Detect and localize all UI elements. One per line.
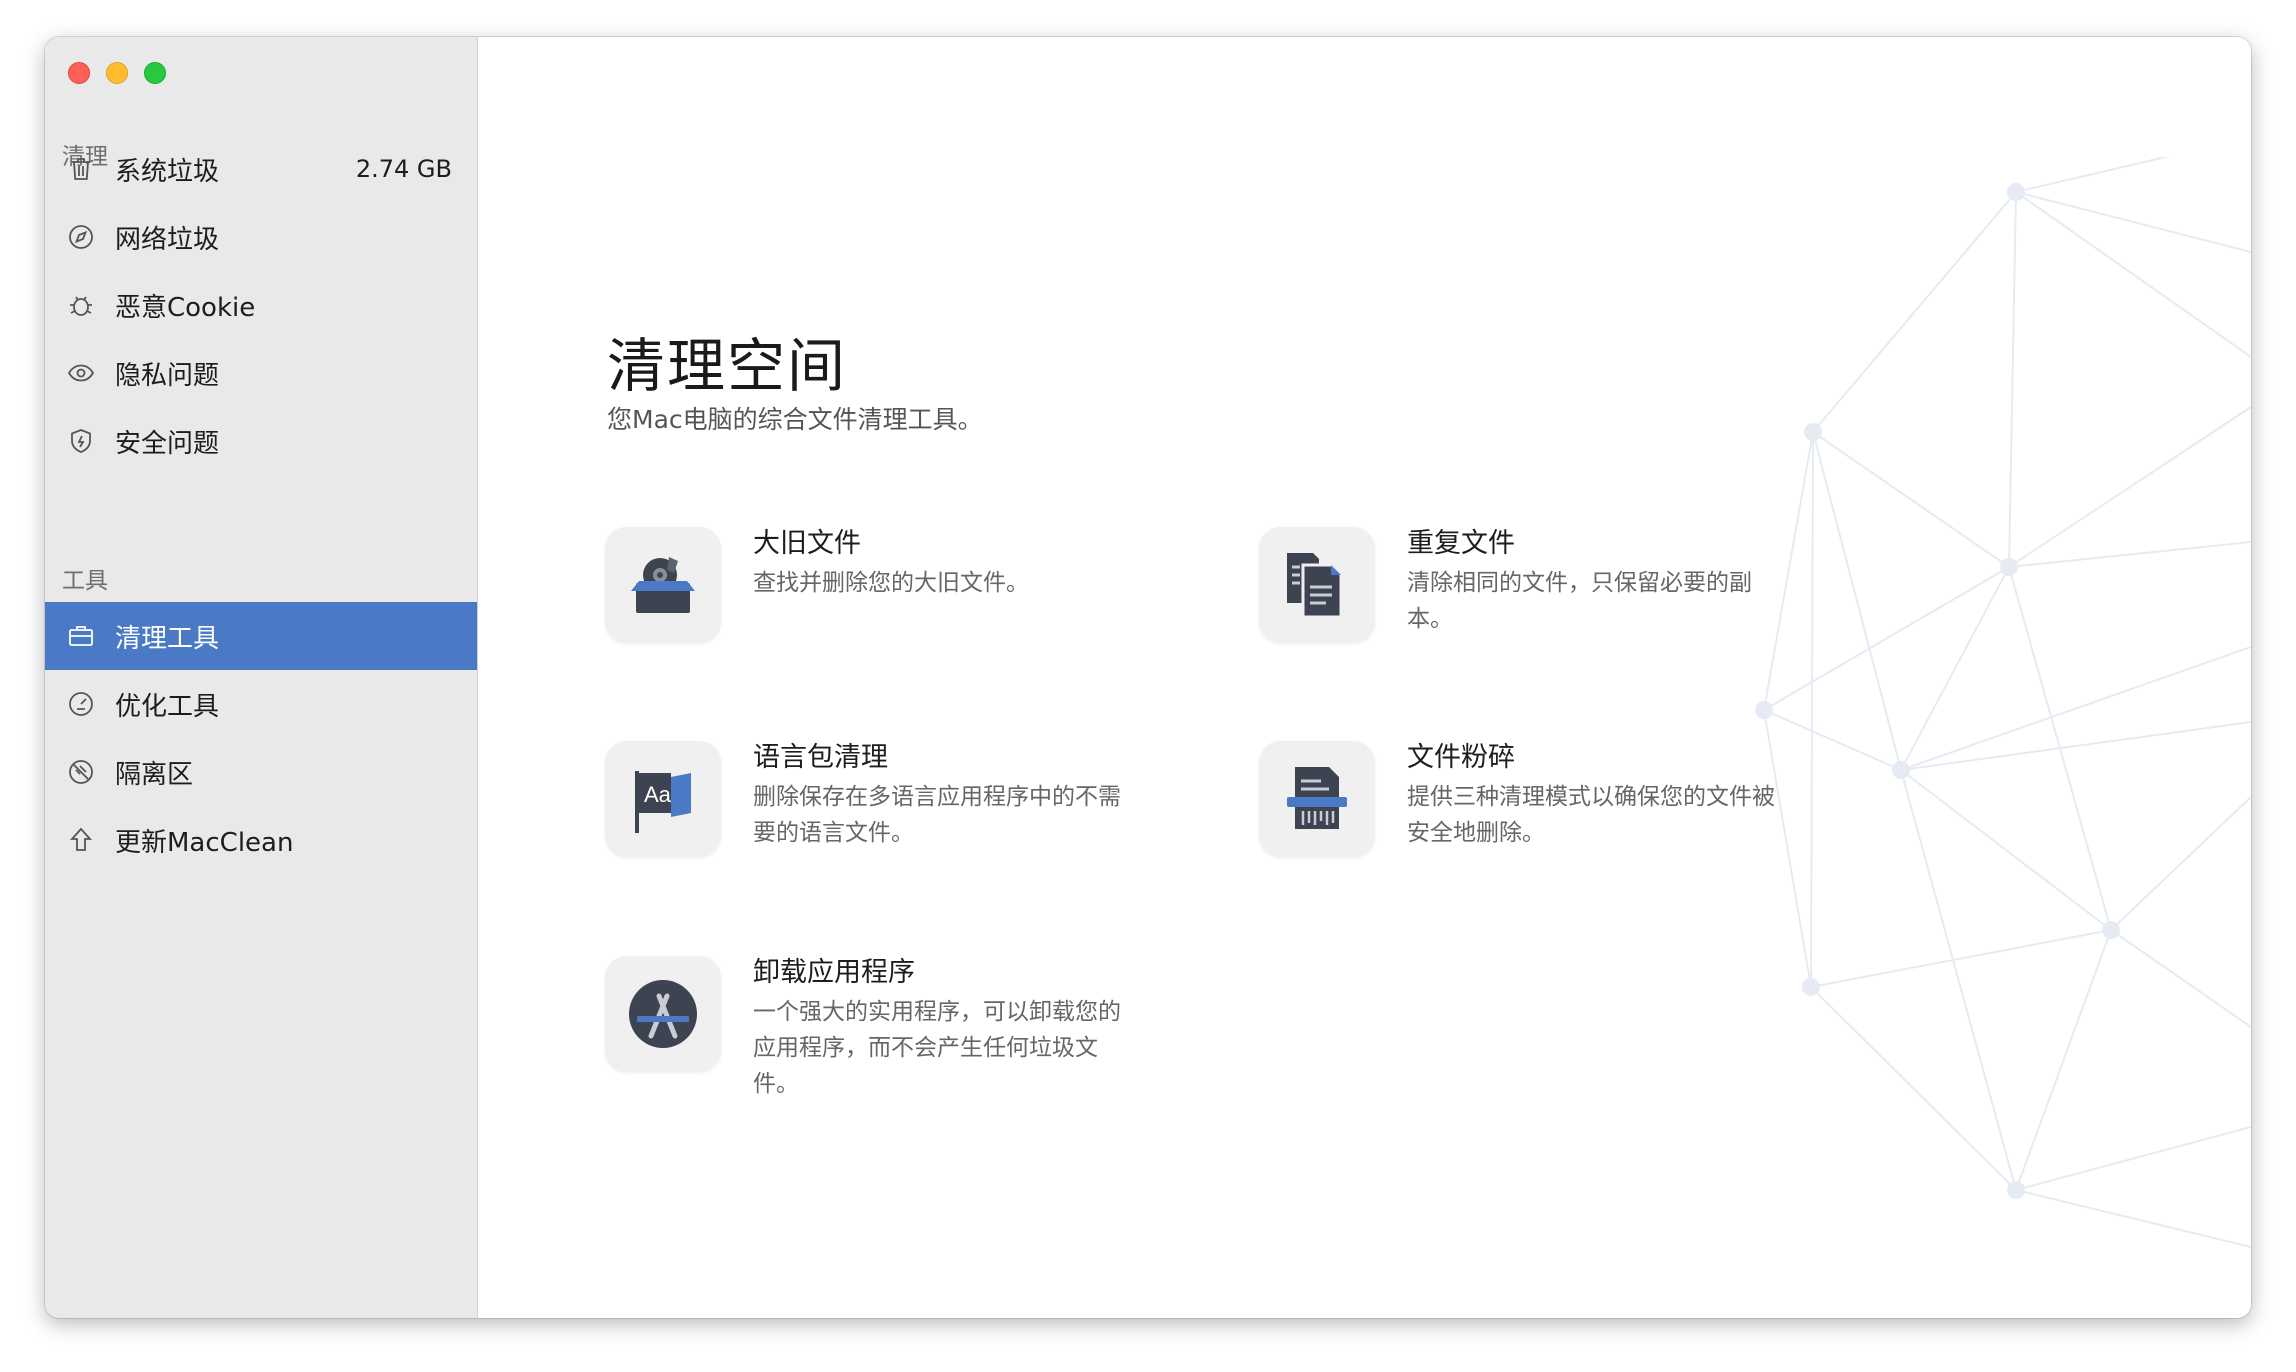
tool-app-uninstaller[interactable]: 卸载应用程序 一个强大的实用程序，可以卸载您的应用程序，而不会产生任何垃圾文件。 — [605, 956, 1205, 1146]
quarantine-icon — [67, 758, 95, 786]
sidebar-item-optimize-tools[interactable]: 优化工具 — [45, 670, 477, 738]
sidebar-item-label: 网络垃圾 — [115, 224, 220, 255]
tool-language-cleanup[interactable]: Aa 语言包清理 删除保存在多语言应用程序中的不需要的语言文件。 — [605, 741, 1205, 931]
tool-tile — [1259, 741, 1375, 857]
tool-name: 重复文件 — [1407, 528, 1515, 559]
sidebar-item-label: 清理工具 — [115, 623, 220, 654]
compass-icon — [67, 223, 95, 251]
system-junk-size: 2.74 GB — [355, 155, 452, 183]
tool-description: 清除相同的文件，只保留必要的副本。 — [1407, 570, 1752, 632]
sidebar: 清理 系统垃圾 2.74 GB 网络垃圾 恶意Cookie 隐私问题 安全问题 … — [45, 37, 478, 1318]
sidebar-item-system-junk[interactable]: 系统垃圾 2.74 GB — [45, 135, 477, 203]
tool-tile — [605, 956, 721, 1072]
tool-name: 语言包清理 — [753, 742, 888, 773]
gauge-icon — [67, 690, 95, 718]
language-flag-icon: Aa — [635, 771, 691, 833]
tool-description: 提供三种清理模式以确保您的文件被安全地删除。 — [1407, 784, 1775, 846]
section-label-tools: 工具 — [62, 568, 108, 594]
tool-description: 一个强大的实用程序，可以卸载您的应用程序，而不会产生任何垃圾文件。 — [753, 999, 1121, 1097]
tool-tile: Aa — [605, 741, 721, 857]
tool-name: 卸载应用程序 — [753, 957, 915, 988]
shield-icon — [67, 427, 95, 455]
sidebar-item-label: 隔离区 — [115, 759, 194, 790]
sidebar-item-malicious-cookie[interactable]: 恶意Cookie — [45, 271, 477, 339]
sidebar-item-cleanup-tools[interactable]: 清理工具 — [45, 602, 477, 670]
tool-name: 文件粉碎 — [1407, 742, 1515, 773]
uninstaller-icon — [629, 980, 697, 1048]
bug-icon — [67, 291, 95, 319]
file-shredder-icon — [1287, 767, 1347, 829]
minimize-window-button[interactable] — [106, 62, 128, 84]
sidebar-item-label: 安全问题 — [115, 428, 220, 459]
sidebar-item-web-junk[interactable]: 网络垃圾 — [45, 203, 477, 271]
tool-tile — [1259, 527, 1375, 643]
sidebar-item-label: 系统垃圾 — [115, 156, 220, 187]
sidebar-item-label: 优化工具 — [115, 691, 220, 722]
app-window: 清理 系统垃圾 2.74 GB 网络垃圾 恶意Cookie 隐私问题 安全问题 … — [45, 37, 2251, 1318]
sidebar-item-label: 更新MacClean — [115, 827, 294, 858]
tool-duplicate-files[interactable]: 重复文件 清除相同的文件，只保留必要的副本。 — [1259, 527, 1859, 717]
tool-description: 查找并删除您的大旧文件。 — [753, 570, 1029, 596]
tool-name: 大旧文件 — [753, 528, 861, 559]
page-title: 清理空间 — [607, 331, 848, 400]
sidebar-item-label: 恶意Cookie — [115, 292, 256, 323]
sidebar-item-privacy[interactable]: 隐私问题 — [45, 339, 477, 407]
tool-file-shredder[interactable]: 文件粉碎 提供三种清理模式以确保您的文件被安全地删除。 — [1259, 741, 1859, 931]
page-subtitle: 您Mac电脑的综合文件清理工具。 — [607, 405, 983, 434]
trash-icon — [67, 155, 95, 183]
duplicate-files-icon — [1287, 553, 1343, 619]
close-window-button[interactable] — [68, 62, 90, 84]
upload-arrow-icon — [67, 826, 95, 854]
toolbox-icon — [67, 622, 95, 650]
sidebar-item-update[interactable]: 更新MacClean — [45, 806, 477, 874]
window-controls — [68, 62, 166, 84]
tool-description: 删除保存在多语言应用程序中的不需要的语言文件。 — [753, 784, 1121, 846]
tool-tile — [605, 527, 721, 643]
zoom-window-button[interactable] — [144, 62, 166, 84]
main-content: 清理空间 您Mac电脑的综合文件清理工具。 大旧文件 查找并删除您的大旧文件。 — [478, 37, 2251, 1318]
eye-icon — [67, 359, 95, 387]
sidebar-item-label: 隐私问题 — [115, 360, 220, 391]
sidebar-item-security[interactable]: 安全问题 — [45, 407, 477, 475]
sidebar-item-quarantine[interactable]: 隔离区 — [45, 738, 477, 806]
large-old-files-icon — [631, 557, 695, 613]
svg-text:Aa: Aa — [644, 782, 672, 807]
tool-large-old-files[interactable]: 大旧文件 查找并删除您的大旧文件。 — [605, 527, 1205, 717]
